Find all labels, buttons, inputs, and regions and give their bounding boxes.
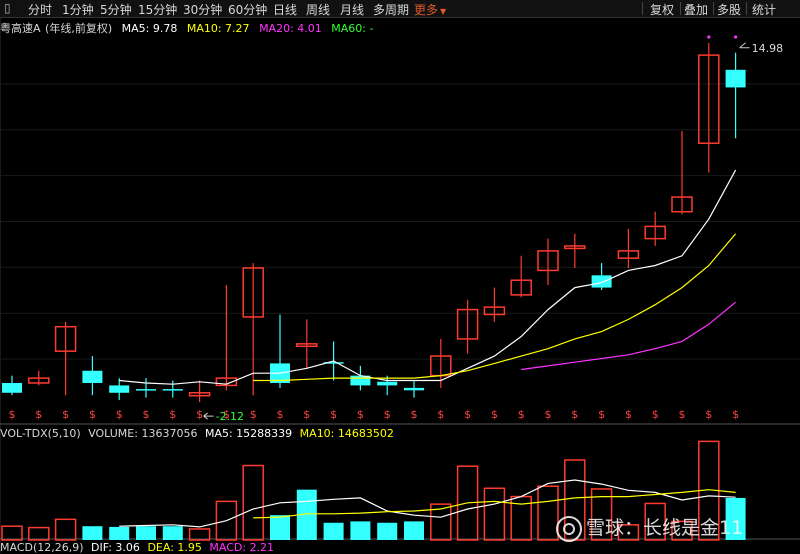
candle-body: [82, 370, 103, 383]
dividend-marker: $: [679, 408, 686, 421]
volume-bar: [188, 528, 211, 541]
volume-bar: [377, 522, 398, 540]
dividend-marker: $: [518, 408, 525, 421]
volume-bar: [82, 526, 103, 540]
volume-bar: [483, 487, 506, 541]
volume-bar: [537, 485, 559, 541]
dividend-marker: $: [277, 408, 284, 421]
watermark-text: 雪球：长线是金11: [586, 517, 744, 539]
volume-bar: [1, 525, 23, 541]
dividend-marker: $: [35, 408, 42, 421]
volume-bar: [323, 522, 344, 540]
candle-body: [591, 275, 612, 288]
dividend-marker: $: [169, 408, 176, 421]
dividend-marker: $: [9, 408, 16, 421]
signal-dot: [707, 35, 711, 39]
dividend-marker: $: [303, 408, 310, 421]
volume-bar: [136, 526, 156, 540]
high-price-label: 14.98: [752, 42, 784, 55]
volume-bar: [162, 526, 183, 540]
candle-body: [725, 69, 746, 88]
dividend-marker: $: [705, 408, 712, 421]
dividend-marker: $: [652, 408, 659, 421]
dividend-marker: $: [116, 408, 123, 421]
candle-body: [136, 389, 156, 391]
watermark: 雪球：长线是金11: [556, 513, 743, 542]
candle-body: [404, 387, 424, 391]
dividend-marker: $: [250, 408, 257, 421]
dividend-marker: $: [62, 408, 69, 421]
dividend-marker: $: [464, 408, 471, 421]
dividend-marker: $: [571, 408, 578, 421]
volume-bar: [109, 526, 130, 540]
low-price-label: -2.12: [216, 410, 244, 423]
candle-body: [377, 381, 398, 386]
volume-bar: [270, 515, 290, 540]
candle-body: [162, 389, 183, 391]
volume-bar: [28, 526, 50, 541]
dividend-marker: $: [545, 408, 552, 421]
dividend-marker: $: [384, 408, 391, 421]
candle-body: [109, 385, 130, 393]
candle-body: [2, 382, 22, 393]
dividend-marker: $: [598, 408, 605, 421]
dividend-marker: $: [491, 408, 498, 421]
snowball-logo-icon: [556, 515, 582, 542]
dividend-marker: $: [196, 408, 203, 421]
dividend-marker: $: [89, 408, 96, 421]
low-pointer: [203, 412, 214, 420]
volume-bar: [404, 521, 424, 540]
dividend-marker: $: [330, 408, 337, 421]
high-pointer: [739, 42, 750, 49]
dividend-marker: $: [411, 408, 418, 421]
volume-bar: [350, 521, 371, 540]
dividend-marker: $: [437, 408, 444, 421]
dividend-marker: $: [732, 408, 739, 421]
volume-bar: [242, 464, 264, 541]
dividend-marker: $: [357, 408, 364, 421]
volume-bar: [54, 518, 77, 541]
dividend-marker: $: [143, 408, 150, 421]
kline-chart[interactable]: $ $ $ $ $ $ $ $ $ $ $ $ $ $ $ $ $ $ $ $ $ $ $ $ $ $ $ $14.98-2.12: [0, 0, 800, 553]
signal-dot: [734, 35, 738, 39]
dividend-marker: $: [625, 408, 632, 421]
ma5-line: [119, 169, 737, 385]
